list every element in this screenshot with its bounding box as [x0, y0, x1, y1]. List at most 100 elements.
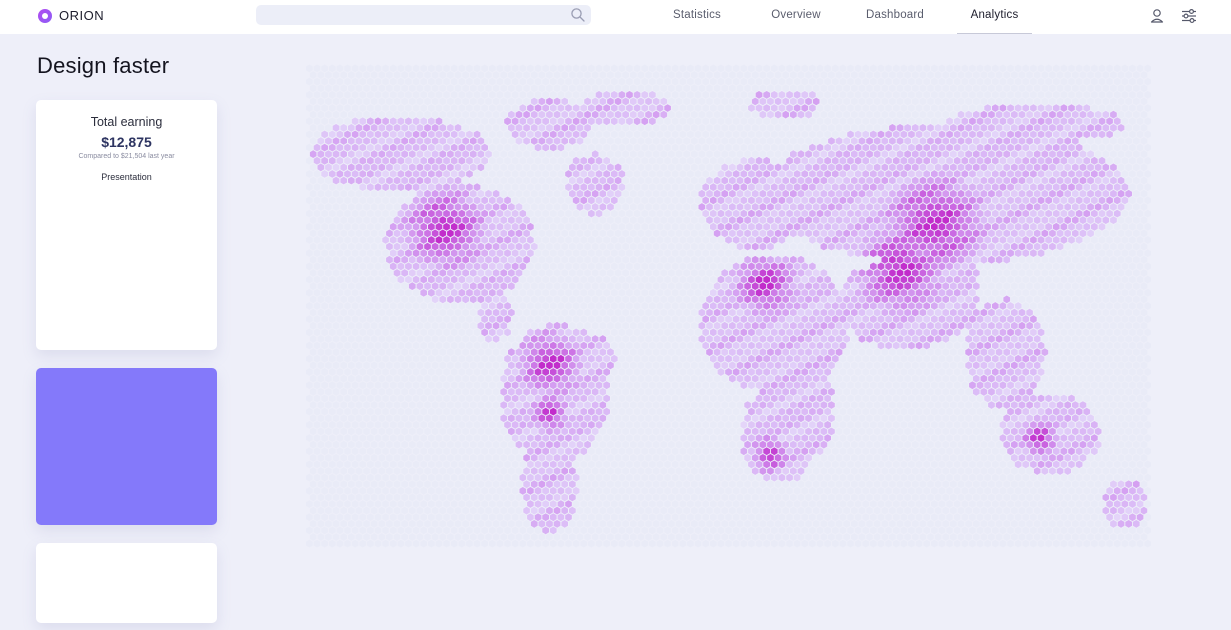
land-hex-cell: [805, 110, 812, 119]
land-hex-cell: [374, 156, 382, 165]
water-hex-cell: [309, 137, 317, 145]
water-hex-cell: [694, 262, 702, 271]
land-hex-cell: [382, 236, 389, 244]
water-hex-cell: [599, 269, 607, 277]
water-hex-cell: [1121, 77, 1129, 86]
land-hex-cell: [843, 242, 850, 251]
water-hex-cell: [652, 189, 660, 198]
land-hex-cell: [885, 341, 892, 350]
land-hex-cell: [603, 104, 610, 112]
land-hex-cell: [450, 156, 458, 165]
land-hex-cell: [931, 196, 938, 205]
land-hex-cell: [492, 203, 500, 211]
land-hex-cell: [473, 196, 481, 205]
presentation-link[interactable]: Presentation: [36, 172, 217, 182]
water-hex-cell: [927, 110, 934, 119]
water-hex-cell: [553, 176, 561, 185]
land-hex-cell: [988, 348, 995, 356]
land-hex-cell: [584, 97, 591, 106]
water-hex-cell: [683, 124, 690, 132]
land-hex-cell: [1007, 117, 1014, 126]
water-hex-cell: [618, 262, 626, 271]
land-hex-cell: [889, 216, 896, 224]
land-hex-cell: [896, 203, 904, 211]
land-hex-cell: [557, 354, 565, 363]
water-hex-cell: [702, 156, 709, 165]
water-hex-cell: [397, 328, 405, 337]
land-hex-cell: [1045, 209, 1052, 218]
land-hex-cell: [950, 137, 957, 145]
water-hex-cell: [831, 64, 839, 73]
water-hex-cell: [1110, 348, 1117, 356]
water-hex-cell: [363, 229, 370, 238]
search-icon[interactable]: [570, 7, 586, 23]
search-input[interactable]: [256, 5, 591, 25]
land-hex-cell: [786, 328, 793, 337]
water-hex-cell: [1110, 295, 1117, 304]
land-hex-cell: [1110, 163, 1117, 172]
water-hex-cell: [839, 104, 847, 112]
water-hex-cell: [1075, 302, 1083, 310]
land-hex-cell: [565, 170, 572, 178]
land-hex-cell: [618, 104, 626, 112]
tab-dashboard[interactable]: Dashboard: [855, 0, 935, 34]
land-hex-cell: [980, 242, 988, 251]
logo[interactable]: ORION: [38, 8, 104, 23]
water-hex-cell: [1140, 71, 1148, 79]
sliders-icon[interactable]: [1180, 7, 1198, 25]
land-hex-cell: [767, 229, 774, 238]
land-hex-cell: [508, 124, 515, 132]
land-hex-cell: [1007, 104, 1014, 112]
land-hex-cell: [965, 348, 972, 356]
land-hex-cell: [1098, 170, 1106, 178]
water-hex-cell: [546, 203, 553, 211]
land-hex-cell: [649, 91, 656, 99]
tab-statistics[interactable]: Statistics: [657, 0, 737, 34]
land-hex-cell: [374, 130, 382, 139]
land-hex-cell: [900, 275, 908, 284]
land-hex-cell: [599, 110, 607, 119]
water-hex-cell: [671, 236, 679, 244]
land-hex-cell: [1007, 302, 1014, 310]
water-hex-cell: [610, 302, 618, 310]
water-hex-cell: [355, 295, 363, 304]
land-hex-cell: [759, 189, 767, 198]
water-hex-cell: [1129, 275, 1136, 284]
water-hex-cell: [561, 242, 568, 251]
land-hex-cell: [1117, 189, 1125, 198]
tab-overview[interactable]: Overview: [756, 0, 836, 34]
water-hex-cell: [679, 156, 687, 165]
land-hex-cell: [576, 335, 584, 343]
land-hex-cell: [420, 249, 427, 257]
water-hex-cell: [1064, 255, 1071, 264]
water-hex-cell: [328, 341, 336, 350]
land-hex-cell: [881, 150, 889, 158]
water-hex-cell: [809, 64, 816, 73]
tab-analytics[interactable]: Analytics: [957, 0, 1032, 34]
water-hex-cell: [1045, 288, 1052, 297]
land-hex-cell: [1087, 189, 1094, 198]
land-hex-cell: [770, 354, 778, 363]
water-hex-cell: [1140, 216, 1148, 224]
land-hex-cell: [972, 176, 980, 185]
water-hex-cell: [656, 288, 664, 297]
water-hex-cell: [1045, 302, 1052, 310]
water-hex-cell: [934, 71, 942, 79]
land-hex-cell: [1037, 222, 1045, 231]
water-hex-cell: [713, 97, 721, 106]
water-hex-cell: [710, 262, 717, 271]
land-hex-cell: [610, 354, 618, 363]
water-hex-cell: [637, 84, 645, 93]
land-hex-cell: [420, 117, 427, 126]
water-hex-cell: [637, 150, 645, 158]
water-hex-cell: [835, 124, 843, 132]
land-hex-cell: [408, 255, 416, 264]
water-hex-cell: [595, 249, 603, 257]
land-hex-cell: [953, 275, 961, 284]
water-hex-cell: [317, 176, 325, 185]
water-hex-cell: [538, 189, 546, 198]
land-hex-cell: [790, 348, 797, 356]
user-icon[interactable]: [1148, 7, 1166, 25]
water-hex-cell: [1113, 288, 1121, 297]
land-hex-cell: [450, 288, 458, 297]
